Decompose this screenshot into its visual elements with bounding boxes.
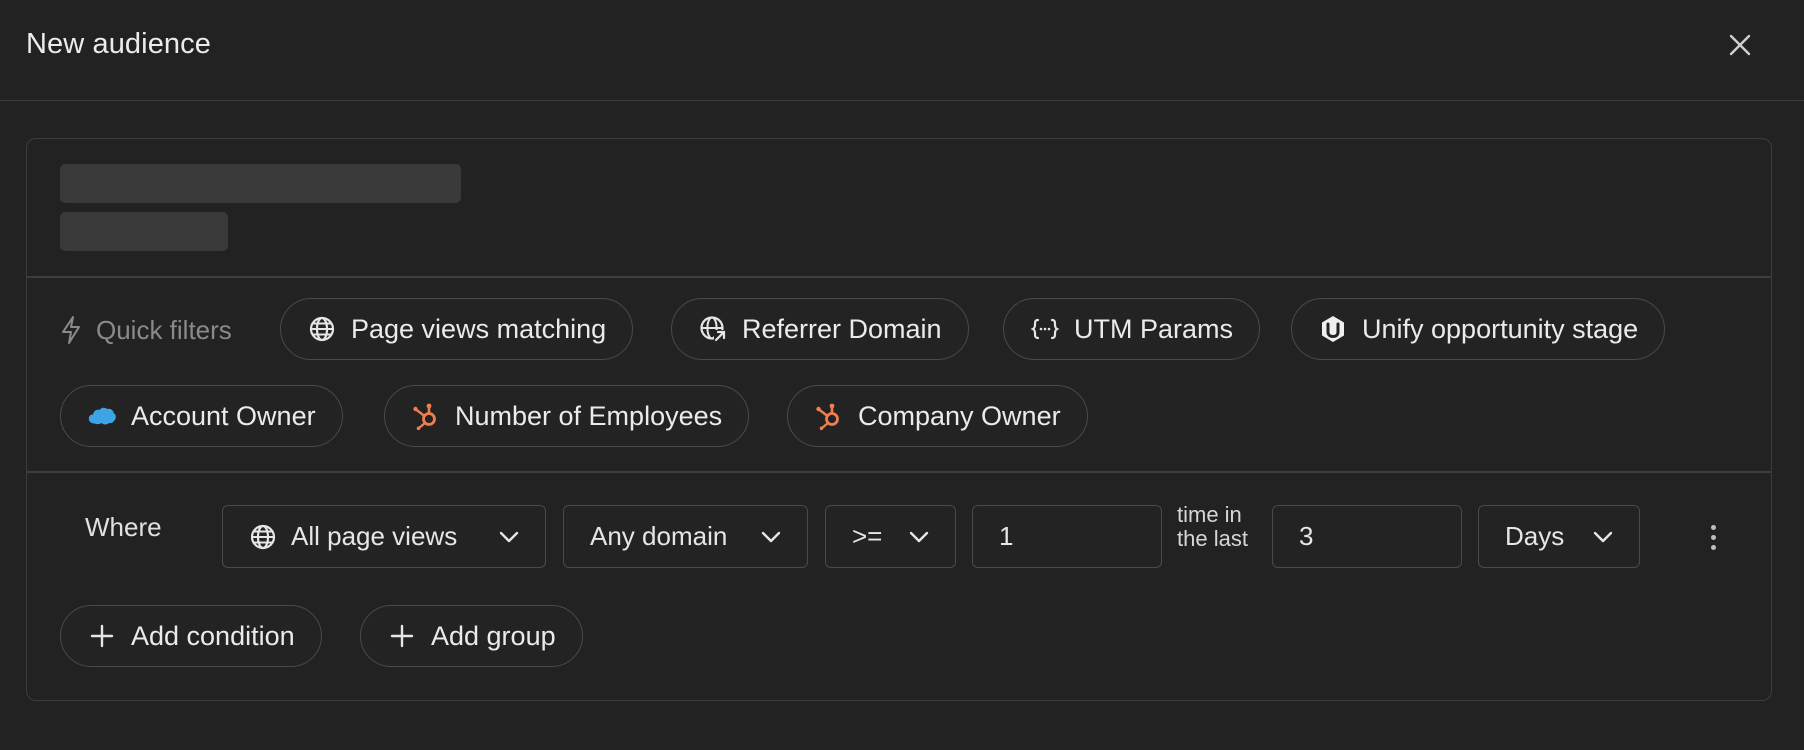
domain-value: Any domain <box>590 521 728 551</box>
add-group-label: Add group <box>431 620 556 651</box>
count-input[interactable]: 1 <box>972 505 1162 568</box>
close-button[interactable] <box>1722 27 1758 63</box>
quick-filters-label: Quick filters <box>60 298 232 362</box>
chevron-down-icon <box>761 531 781 543</box>
divider <box>27 276 1771 278</box>
unify-logo-icon <box>1318 314 1348 344</box>
chip-label: Page views matching <box>351 313 607 344</box>
operator-select[interactable]: >= <box>825 505 956 568</box>
chip-account-owner[interactable]: Account Owner <box>60 385 343 447</box>
domain-select[interactable]: Any domain <box>563 505 808 568</box>
unit-value: Days <box>1505 521 1565 551</box>
period-input[interactable]: 3 <box>1272 505 1462 568</box>
event-type-select[interactable]: All page views <box>222 505 546 568</box>
chip-label: Account Owner <box>131 400 316 431</box>
period-value: 3 <box>1299 521 1314 551</box>
quick-filters-text: Quick filters <box>96 314 232 345</box>
more-vertical-icon <box>1710 524 1716 530</box>
close-icon <box>1729 34 1751 56</box>
chip-label: UTM Params <box>1074 313 1234 344</box>
chip-unify-opportunity-stage[interactable]: Unify opportunity stage <box>1291 298 1666 360</box>
loading-skeleton-title <box>60 164 461 203</box>
plus-icon <box>387 621 417 651</box>
lightning-icon <box>62 316 80 344</box>
chip-referrer-domain[interactable]: Referrer Domain <box>671 298 969 360</box>
audience-builder-card: Quick filters Page views matching Referr… <box>26 138 1772 701</box>
chip-number-of-employees[interactable]: Number of Employees <box>384 385 750 447</box>
add-condition-button[interactable]: Add condition <box>60 605 322 667</box>
event-type-value: All page views <box>291 521 458 551</box>
divider <box>27 471 1771 473</box>
globe-link-icon <box>698 314 728 344</box>
globe-icon <box>249 523 277 551</box>
hubspot-icon <box>411 401 441 431</box>
where-label: Where <box>85 512 162 542</box>
unit-select[interactable]: Days <box>1478 505 1640 568</box>
chip-label: Number of Employees <box>455 400 723 431</box>
add-condition-label: Add condition <box>131 620 295 651</box>
globe-icon <box>307 314 337 344</box>
dialog-header: New audience <box>0 0 1804 101</box>
operator-value: >= <box>852 521 883 551</box>
add-group-button[interactable]: Add group <box>360 605 583 667</box>
chip-company-owner[interactable]: Company Owner <box>787 385 1088 447</box>
chip-label: Unify opportunity stage <box>1362 313 1639 344</box>
braces-icon <box>1030 314 1060 344</box>
count-value: 1 <box>999 521 1014 551</box>
hubspot-icon <box>814 401 844 431</box>
chip-label: Company Owner <box>858 400 1061 431</box>
time-in-the-last-label: time in the last <box>1177 502 1248 551</box>
loading-skeleton-subtitle <box>60 212 228 251</box>
plus-icon <box>87 621 117 651</box>
salesforce-cloud-icon <box>87 401 117 431</box>
chip-page-views-matching[interactable]: Page views matching <box>280 298 634 360</box>
chip-label: Referrer Domain <box>742 313 942 344</box>
chevron-down-icon <box>499 531 519 543</box>
dialog-title: New audience <box>26 28 211 60</box>
chip-utm-params[interactable]: UTM Params <box>1003 298 1261 360</box>
more-options-button[interactable] <box>1697 519 1729 555</box>
chevron-down-icon <box>909 531 929 543</box>
chevron-down-icon <box>1593 531 1613 543</box>
